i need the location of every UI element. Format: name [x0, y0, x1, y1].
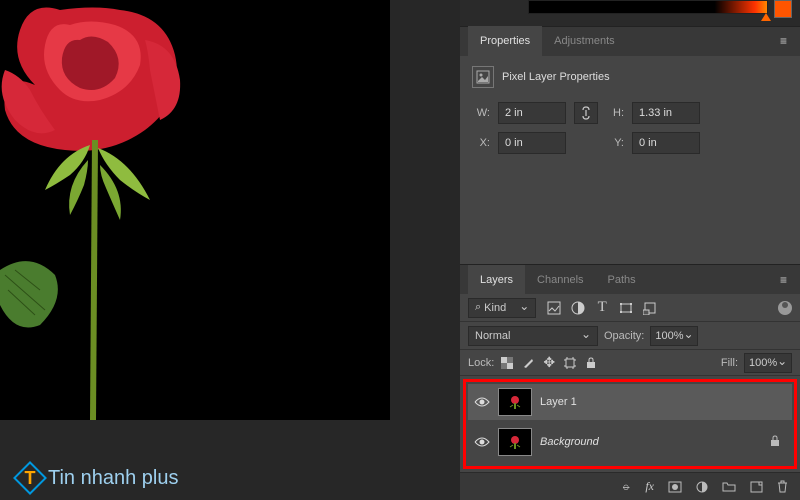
layer-list: Layer 1 Background: [460, 376, 800, 472]
watermark-logo-icon: T: [13, 461, 47, 495]
panels-sidebar: Properties Adjustments ≡ Pixel Layer Pro…: [460, 0, 800, 500]
layers-panel-tabs: Layers Channels Paths ≡: [460, 264, 800, 294]
highlight-annotation: Layer 1 Background: [463, 379, 797, 469]
link-dimensions-button[interactable]: [574, 102, 598, 124]
rose-image: [0, 0, 200, 160]
search-icon: ⌕: [475, 301, 481, 314]
lock-pixels-icon[interactable]: [521, 354, 535, 371]
panel-menu-icon[interactable]: ≡: [776, 273, 792, 287]
lock-all-icon[interactable]: [584, 354, 598, 371]
lock-transparency-icon[interactable]: [500, 354, 514, 371]
blend-opacity-row: Normal Opacity: 100%: [460, 322, 800, 350]
layer-row[interactable]: Background: [468, 424, 792, 460]
tab-paths[interactable]: Paths: [596, 265, 648, 295]
opacity-value: 100%: [655, 330, 683, 342]
new-layer-icon[interactable]: [750, 481, 763, 493]
layer-mask-icon[interactable]: [668, 481, 682, 493]
color-gradient[interactable]: [528, 0, 768, 14]
link-layers-icon[interactable]: ⦵: [621, 479, 631, 494]
adjustment-layer-icon[interactable]: [696, 481, 708, 493]
lock-position-icon[interactable]: ✥: [542, 354, 556, 371]
filter-kind-select[interactable]: ⌕ Kind: [468, 298, 536, 318]
x-label: X:: [472, 137, 490, 149]
tab-channels[interactable]: Channels: [525, 265, 595, 295]
height-input[interactable]: [632, 102, 700, 124]
panel-menu-icon[interactable]: ≡: [776, 34, 792, 48]
layer-row[interactable]: Layer 1: [468, 384, 792, 420]
properties-panel-tabs: Properties Adjustments ≡: [460, 26, 800, 56]
width-input[interactable]: [498, 102, 566, 124]
height-label: H:: [606, 107, 624, 119]
tab-properties[interactable]: Properties: [468, 26, 542, 56]
layer-effects-icon[interactable]: fx: [645, 479, 654, 494]
filter-toggle[interactable]: [778, 301, 792, 315]
pixel-layer-icon: [472, 66, 494, 88]
layer-name: Layer 1: [540, 396, 577, 408]
group-icon[interactable]: [722, 481, 736, 492]
color-swatch[interactable]: [774, 0, 792, 18]
fill-value: 100%: [749, 357, 777, 369]
fill-label: Fill:: [721, 357, 738, 369]
lock-icon: [770, 435, 780, 450]
filter-pixel-icon[interactable]: [546, 300, 562, 316]
opacity-input[interactable]: 100%: [650, 326, 698, 346]
blend-mode-select[interactable]: Normal: [468, 326, 598, 346]
layers-bottom-bar: ⦵ fx: [460, 472, 800, 500]
x-input[interactable]: [498, 132, 566, 154]
delete-layer-icon[interactable]: [777, 480, 788, 493]
layer-thumbnail[interactable]: [498, 388, 532, 416]
layer-thumbnail[interactable]: [498, 428, 532, 456]
properties-title: Pixel Layer Properties: [502, 71, 610, 83]
filter-type-icon[interactable]: T: [594, 300, 610, 316]
layer-filter-row: ⌕ Kind T: [460, 294, 800, 322]
tab-layers[interactable]: Layers: [468, 265, 525, 295]
lock-fill-row: Lock: ✥ Fill: 100%: [460, 350, 800, 376]
visibility-toggle[interactable]: [474, 436, 490, 448]
rose-leaf: [0, 250, 70, 350]
width-label: W:: [472, 107, 490, 119]
layers-panel: ⌕ Kind T Normal Opacity: 100% Lock: ✥: [460, 294, 800, 500]
filter-shape-icon[interactable]: [618, 300, 634, 316]
visibility-toggle[interactable]: [474, 396, 490, 408]
y-input[interactable]: [632, 132, 700, 154]
layer-name: Background: [540, 436, 599, 448]
color-panel-strip: [460, 0, 800, 26]
filter-kind-label: Kind: [484, 302, 506, 314]
blend-mode-value: Normal: [475, 330, 510, 342]
properties-panel: Pixel Layer Properties W: H: X: Y:: [460, 56, 800, 264]
lock-label: Lock:: [468, 357, 494, 369]
watermark-text: Tin nhanh plus: [48, 467, 178, 490]
canvas-area: [0, 0, 460, 500]
tab-adjustments[interactable]: Adjustments: [542, 26, 627, 56]
document-canvas[interactable]: [0, 0, 390, 420]
opacity-label: Opacity:: [604, 330, 644, 342]
fill-input[interactable]: 100%: [744, 353, 792, 373]
lock-artboard-icon[interactable]: [563, 354, 577, 371]
filter-adjustment-icon[interactable]: [570, 300, 586, 316]
y-label: Y:: [606, 137, 624, 149]
watermark: T Tin nhanh plus: [18, 466, 178, 490]
filter-smartobject-icon[interactable]: [642, 300, 658, 316]
